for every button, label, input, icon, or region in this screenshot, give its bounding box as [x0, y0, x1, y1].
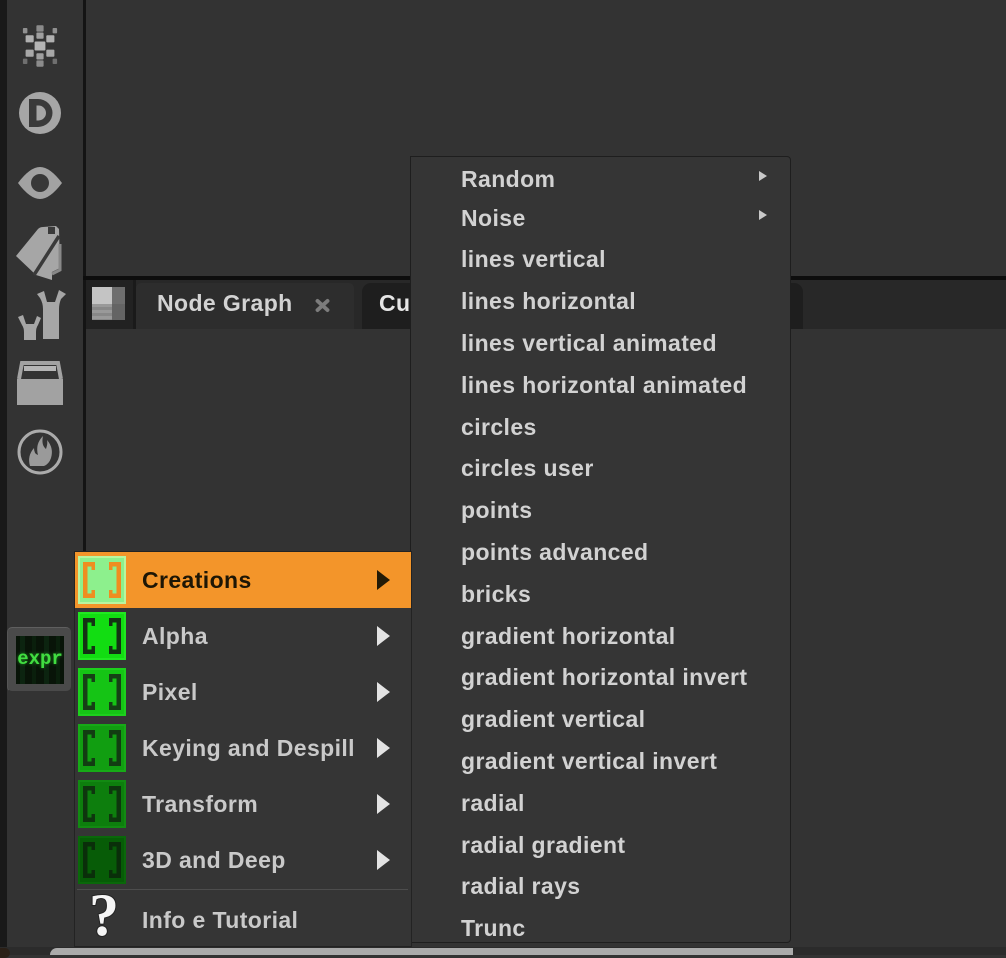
svg-text:?: ?	[89, 889, 119, 946]
